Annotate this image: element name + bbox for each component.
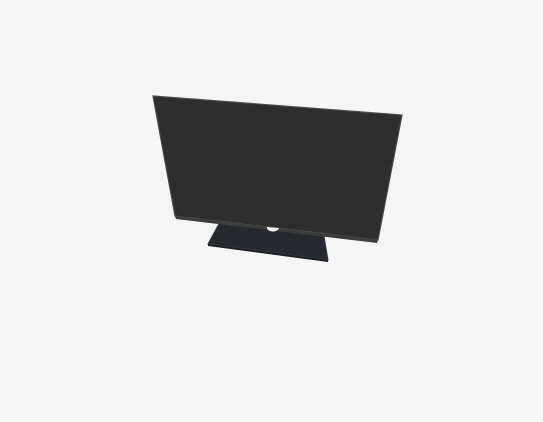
3d-viewer-viewport[interactable] — [0, 0, 543, 422]
tv-monitor-3d-icon[interactable] — [0, 0, 543, 422]
